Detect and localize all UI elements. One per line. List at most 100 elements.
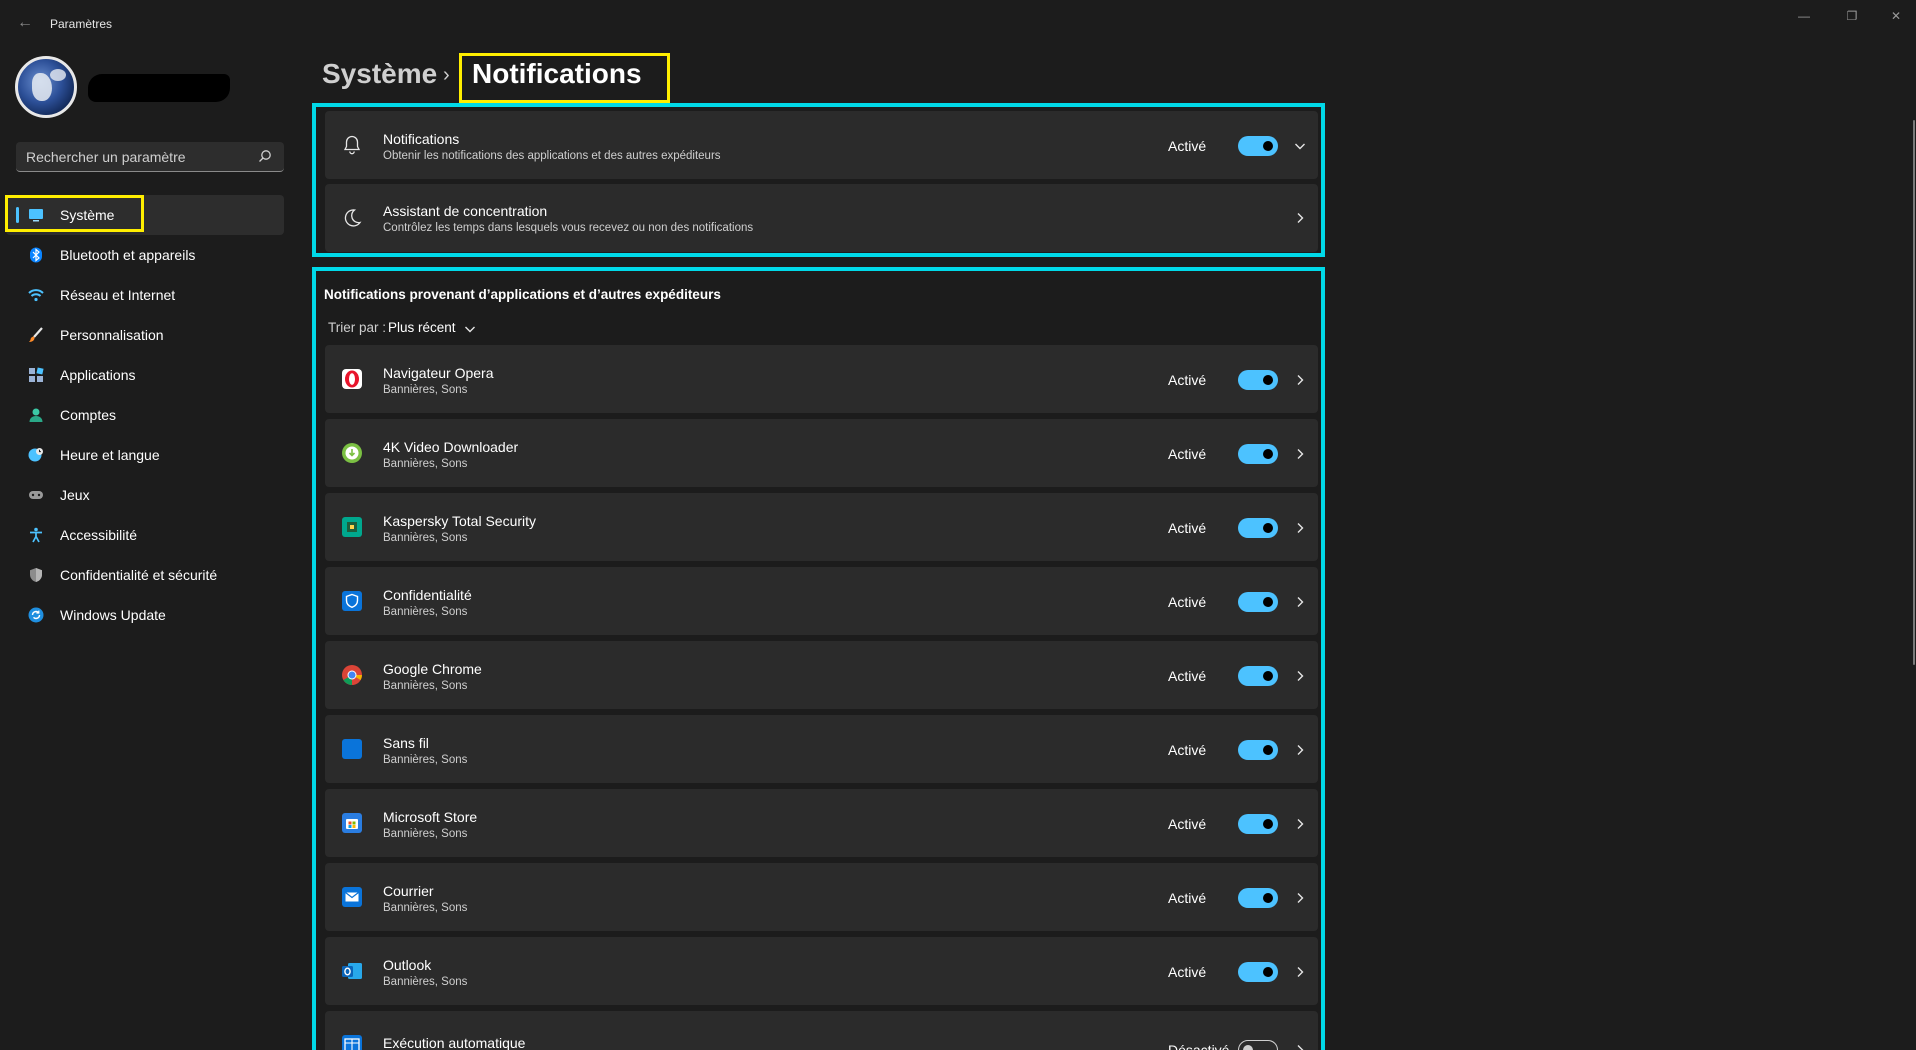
breadcrumb-chevron-icon: › [443, 64, 450, 86]
close-button[interactable]: ✕ [1874, 6, 1916, 26]
minimize-button[interactable]: — [1782, 6, 1826, 26]
app-row[interactable]: Kaspersky Total Security Bannières, Sons A… [325, 493, 1318, 561]
app-notification-types: Bannières, Sons [383, 828, 468, 840]
chevron-right-icon[interactable] [1293, 521, 1307, 535]
chevron-down-icon[interactable] [463, 322, 477, 336]
opera-icon [342, 369, 362, 389]
sidebar-item-label: Personnalisation [60, 327, 164, 343]
sidebar-item-comptes[interactable]: Comptes [6, 395, 284, 435]
focus-assist-card[interactable]: Assistant de concentration Contrôlez les… [325, 184, 1318, 252]
chevron-right-icon[interactable] [1293, 211, 1307, 225]
sidebar-item-bluetooth[interactable]: Bluetooth et appareils [6, 235, 284, 275]
chevron-right-icon[interactable] [1293, 891, 1307, 905]
section-title: Notifications provenant d’applications e… [324, 287, 721, 302]
toggle-state-label: Désactivé [1168, 1042, 1230, 1050]
app-name: Google Chrome [383, 661, 482, 677]
toggle-state-label: Activé [1168, 890, 1207, 906]
app-toggle[interactable] [1238, 518, 1278, 538]
sidebar-item-label: Réseau et Internet [60, 287, 176, 303]
gamepad-icon [29, 491, 43, 499]
breadcrumb-parent[interactable]: Système [322, 58, 437, 90]
app-row[interactable]: Outlook Bannières, Sons Activé [325, 937, 1318, 1005]
search-icon[interactable] [258, 149, 272, 163]
toggle-state-label: Activé [1168, 594, 1207, 610]
app-notification-types: Bannières, Sons [383, 384, 468, 396]
toggle-state-label: Activé [1168, 138, 1207, 154]
notifications-setting-card[interactable]: Notifications Obtenir les notifications … [325, 111, 1318, 179]
chrome-icon [342, 665, 362, 685]
chevron-right-icon[interactable] [1293, 1043, 1307, 1050]
restore-button[interactable]: ❐ [1830, 6, 1874, 26]
toggle-state-label: Activé [1168, 964, 1207, 980]
shield-icon [30, 568, 42, 582]
sort-dropdown[interactable]: Plus récent [388, 320, 456, 335]
sidebar-item-personnalisation[interactable]: Personnalisation [6, 315, 284, 355]
sidebar-nav: Système Bluetooth et appareils Réseau et… [6, 195, 284, 635]
app-toggle[interactable] [1238, 962, 1278, 982]
accessibility-icon [30, 527, 42, 543]
app-notification-types: Bannières, Sons [383, 458, 468, 470]
card-subtitle: Contrôlez les temps dans lesquels vous r… [383, 222, 754, 234]
sidebar-item-heure-langue[interactable]: Heure et langue [6, 435, 284, 475]
chevron-right-icon[interactable] [1293, 965, 1307, 979]
app-notification-types: Bannières, Sons [383, 680, 468, 692]
sidebar-item-label: Bluetooth et appareils [60, 247, 196, 263]
sidebar-item-applications[interactable]: Applications [6, 355, 284, 395]
chevron-right-icon[interactable] [1293, 595, 1307, 609]
update-icon [28, 607, 44, 623]
back-arrow-icon[interactable]: ← [14, 12, 36, 34]
sidebar-item-reseau[interactable]: Réseau et Internet [6, 275, 284, 315]
moon-icon [344, 209, 362, 227]
privacy-shield-icon [342, 591, 362, 611]
app-row[interactable]: Sans fil Bannières, Sons Activé [325, 715, 1318, 783]
app-toggle[interactable] [1238, 592, 1278, 612]
app-toggle[interactable] [1238, 1040, 1278, 1050]
app-row[interactable]: Microsoft Store Bannières, Sons Activé [325, 789, 1318, 857]
app-toggle[interactable] [1238, 370, 1278, 390]
app-toggle[interactable] [1238, 740, 1278, 760]
wifi-icon [28, 289, 44, 302]
app-toggle[interactable] [1238, 814, 1278, 834]
app-row[interactable]: Exécution automatique Désactivé [325, 1011, 1318, 1050]
app-toggle[interactable] [1238, 888, 1278, 908]
app-row[interactable]: Confidentialité Bannières, Sons Activé [325, 567, 1318, 635]
store-icon [342, 813, 362, 833]
scrollbar[interactable] [1913, 120, 1915, 665]
card-title: Notifications [383, 131, 460, 147]
wireless-icon [342, 739, 362, 759]
chevron-right-icon[interactable] [1293, 373, 1307, 387]
app-notification-types: Bannières, Sons [383, 754, 468, 766]
sidebar-item-windows-update[interactable]: Windows Update [6, 595, 284, 635]
card-title: Assistant de concentration [383, 203, 548, 219]
search-box[interactable] [16, 142, 284, 172]
notifications-toggle[interactable] [1238, 136, 1278, 156]
app-toggle[interactable] [1238, 444, 1278, 464]
app-row[interactable]: Navigateur Opera Bannières, Sons Activé [325, 345, 1318, 413]
app-name: Microsoft Store [383, 809, 478, 825]
chevron-right-icon[interactable] [1293, 669, 1307, 683]
app-name: Kaspersky Total Security [383, 513, 537, 529]
toggle-state-label: Activé [1168, 446, 1207, 462]
search-input[interactable] [26, 148, 246, 166]
card-subtitle: Obtenir les notifications des applicatio… [383, 150, 721, 162]
chevron-right-icon[interactable] [1293, 447, 1307, 461]
app-row[interactable]: Courrier Bannières, Sons Activé [325, 863, 1318, 931]
app-toggle[interactable] [1238, 666, 1278, 686]
app-name: Sans fil [383, 735, 429, 751]
sidebar-item-jeux[interactable]: Jeux [6, 475, 284, 515]
app-name: Exécution automatique [383, 1035, 526, 1050]
sidebar-item-label: Windows Update [60, 607, 166, 623]
sidebar-item-accessibilite[interactable]: Accessibilité [6, 515, 284, 555]
avatar[interactable] [15, 56, 77, 118]
chevron-right-icon[interactable] [1293, 817, 1307, 831]
chevron-down-icon[interactable] [1293, 139, 1307, 153]
app-row[interactable]: 4K Video Downloader Bannières, Sons Activé [325, 419, 1318, 487]
chevron-right-icon[interactable] [1293, 743, 1307, 757]
sort-label: Trier par : [328, 320, 387, 335]
app-row[interactable]: Google Chrome Bannières, Sons Activé [325, 641, 1318, 709]
apps-icon [29, 367, 44, 382]
sidebar-item-confidentialite[interactable]: Confidentialité et sécurité [6, 555, 284, 595]
toggle-state-label: Activé [1168, 742, 1207, 758]
app-notification-types: Bannières, Sons [383, 902, 468, 914]
app-name: 4K Video Downloader [383, 439, 519, 455]
